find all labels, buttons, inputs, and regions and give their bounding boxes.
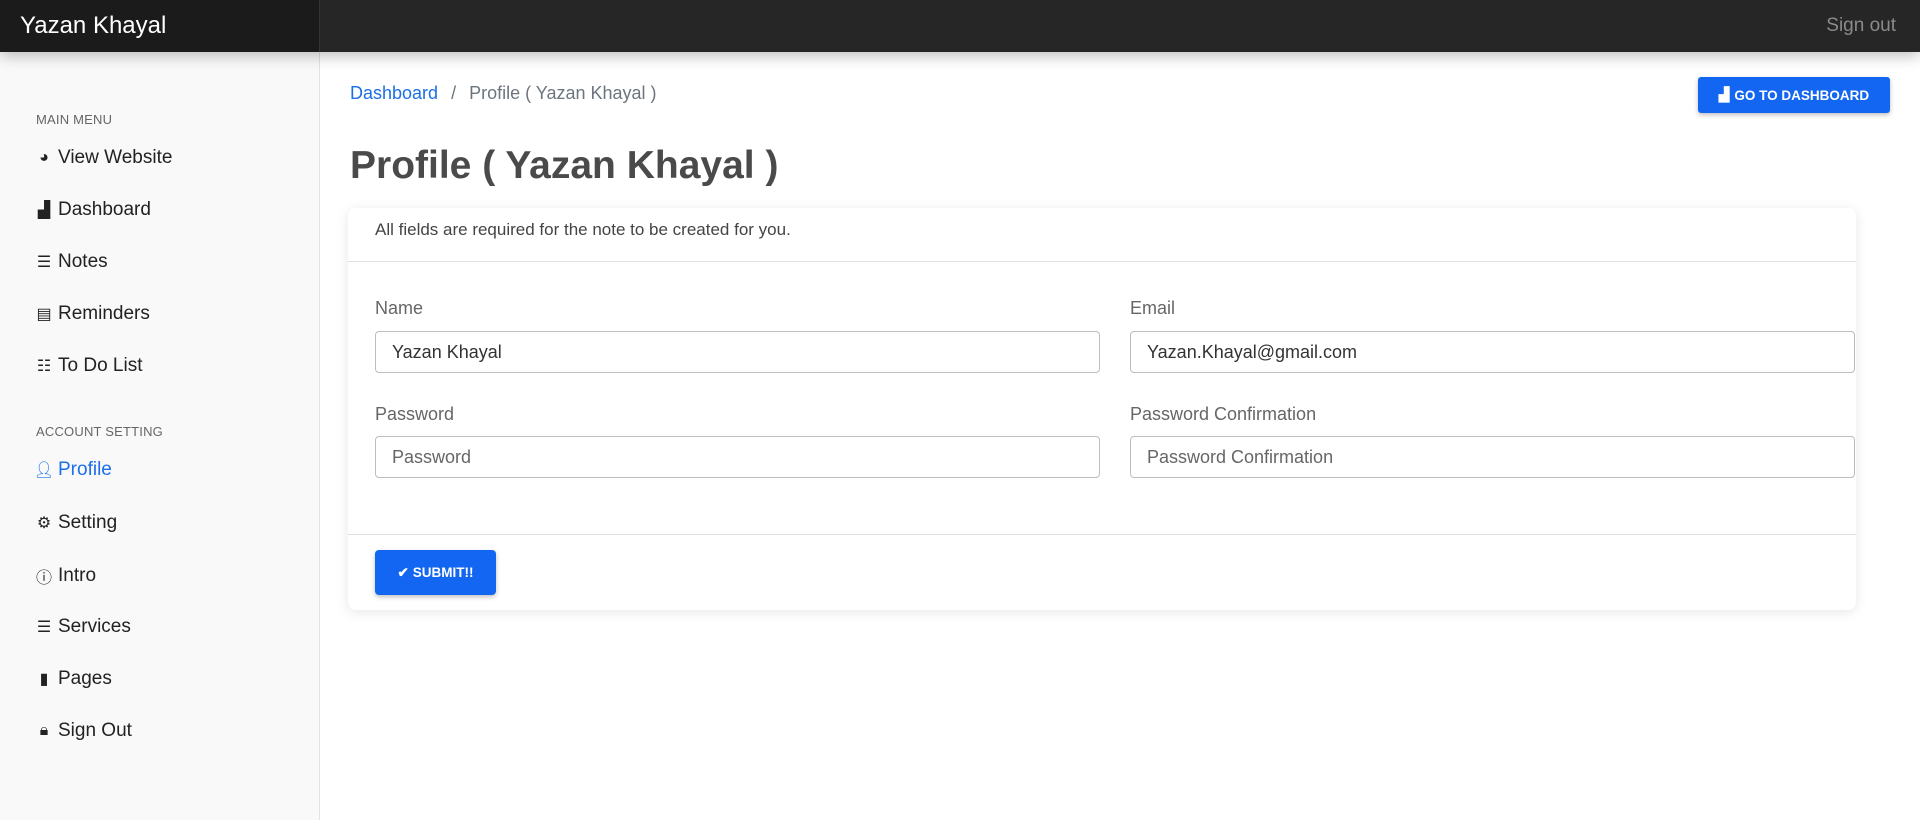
user-icon: 👤︎: [33, 462, 55, 479]
sidebar-item-dashboard[interactable]: ▟ Dashboard: [36, 199, 151, 221]
list-ol-icon: ☷: [36, 358, 52, 375]
breadcrumb: Dashboard / Profile ( Yazan Khayal ): [350, 83, 657, 104]
info-circle-icon: ⓘ: [36, 570, 53, 587]
email-label: Email: [1130, 298, 1176, 318]
sidebar-item-pages[interactable]: ▮ Pages: [36, 668, 112, 690]
brand[interactable]: Yazan Khayal: [0, 0, 320, 52]
sidebar-item-notes[interactable]: ☰ Notes: [36, 251, 108, 273]
list-icon: ☰: [36, 254, 52, 271]
file-icon: ▮: [39, 671, 49, 688]
card-footer-divider: [348, 534, 1856, 535]
sidebar-item-setting[interactable]: ⚙ Setting: [36, 512, 117, 534]
page-title: Profile ( Yazan Khayal ): [350, 144, 779, 187]
breadcrumb-dashboard-link[interactable]: Dashboard: [350, 83, 438, 103]
sidebar-item-profile[interactable]: 👤︎ Profile: [33, 459, 112, 481]
dashboard-icon: ▟: [37, 202, 51, 219]
password-confirmation-label: Password Confirmation: [1130, 404, 1317, 424]
form-note: All fields are required for the note to …: [348, 208, 1856, 262]
check-circle-icon: ✔: [397, 564, 409, 580]
breadcrumb-current: Profile ( Yazan Khayal ): [469, 83, 657, 103]
password-label: Password: [375, 404, 455, 424]
sidebar-item-intro[interactable]: ⓘ Intro: [36, 564, 96, 588]
go-to-dashboard-button[interactable]: ▟ GO TO DASHBOARD: [1698, 77, 1890, 113]
sidebar-item-to-do-list[interactable]: ☷ To Do List: [36, 355, 143, 377]
dashboard-icon: ▟: [1718, 87, 1730, 102]
server-icon: ☰: [36, 619, 52, 636]
cogs-icon: ⚙: [36, 515, 52, 532]
lock-icon: 🔒︎: [39, 722, 49, 739]
main-content: Dashboard / Profile ( Yazan Khayal ) ▟ GO…: [321, 52, 1920, 820]
globe-icon: ◕: [39, 149, 49, 166]
profile-form-card: All fields are required for the note to …: [348, 208, 1856, 610]
password-input[interactable]: [375, 436, 1100, 478]
breadcrumb-separator: /: [451, 83, 457, 103]
section-account-setting: ACCOUNT SETTING: [36, 424, 163, 439]
sidebar-item-view-website[interactable]: ◕ View Website: [36, 147, 172, 169]
sidebar: MAIN MENU ◕ View Website ▟ Dashboard ☰ Note…: [0, 52, 320, 820]
sign-out-link[interactable]: Sign out: [1826, 0, 1896, 52]
password-confirmation-input[interactable]: [1130, 436, 1855, 478]
list-alt-icon: ▤: [36, 306, 52, 323]
email-input[interactable]: [1130, 331, 1855, 373]
sidebar-item-services[interactable]: ☰ Services: [36, 616, 131, 638]
submit-button[interactable]: ✔ SUBMIT!!: [375, 550, 496, 595]
sidebar-item-sign-out[interactable]: 🔒︎ Sign Out: [36, 720, 132, 742]
top-navbar: Yazan Khayal Sign out: [0, 0, 1920, 52]
sidebar-item-reminders[interactable]: ▤ Reminders: [36, 303, 149, 325]
name-input[interactable]: [375, 331, 1100, 373]
name-label: Name: [375, 298, 424, 318]
section-main-menu: MAIN MENU: [36, 112, 113, 127]
